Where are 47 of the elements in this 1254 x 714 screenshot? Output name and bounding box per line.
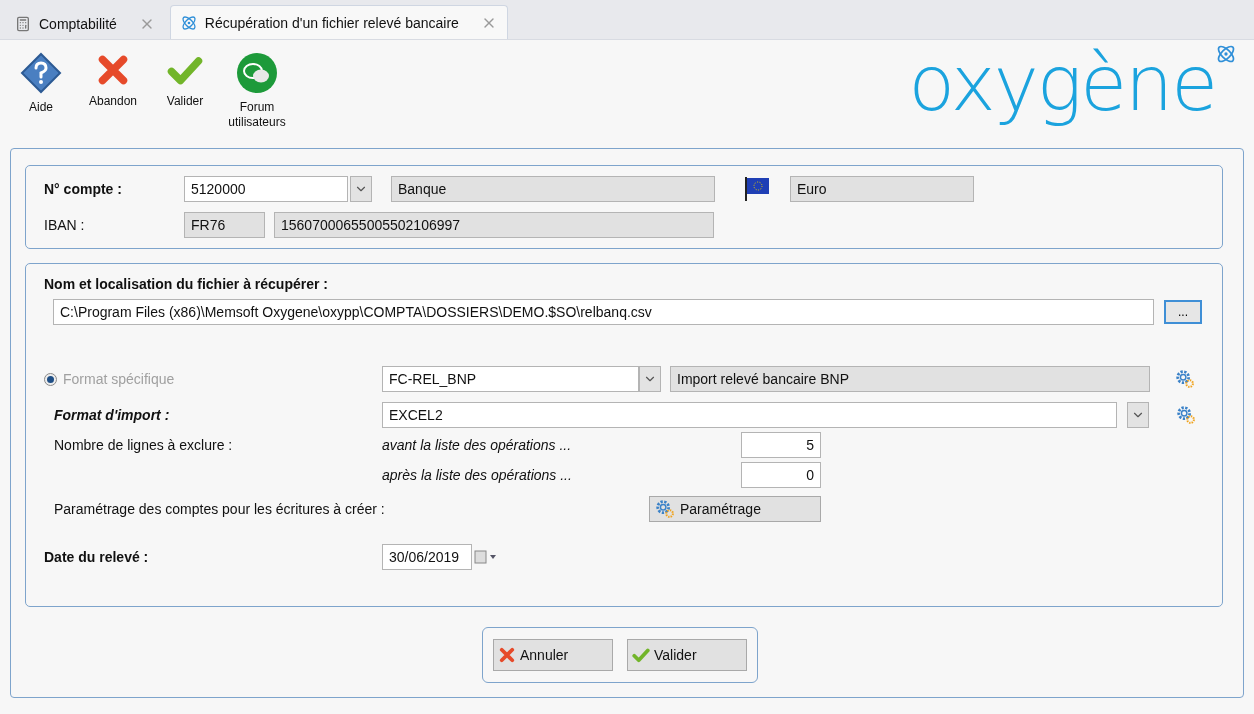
dropdown-button[interactable]	[1127, 402, 1149, 428]
setup-label: Paramétrage des comptes pour les écritures à créer :	[53, 501, 386, 517]
after-label: après la liste des opérations ...	[382, 467, 573, 483]
date-label: Date du relevé :	[44, 549, 150, 565]
dropdown-button[interactable]	[350, 176, 372, 202]
iban-label: IBAN :	[44, 217, 86, 233]
settings-icon[interactable]	[1175, 404, 1197, 426]
tab[interactable]: Comptabilité	[4, 7, 166, 39]
atom-icon	[1216, 44, 1236, 64]
chat-bubbles-icon	[236, 52, 278, 94]
after-count-field[interactable]: 0	[741, 462, 821, 488]
action-button[interactable]: Valider	[627, 639, 747, 671]
import-format-label: Format d'import :	[53, 407, 171, 423]
settings-icon[interactable]	[1174, 368, 1196, 390]
browse-button[interactable]: ...	[1164, 300, 1202, 324]
iban-number-field: 15607000655005502106997	[274, 212, 714, 238]
tab[interactable]: Récupération d'un fichier relevé bancaire	[169, 5, 508, 39]
file-path-field[interactable]: C:\Program Files (x86)\Memsoft Oxygene\oxypp\COMPTA\DOSSIERS\DEMO.$SO\relbanq.csv	[53, 299, 1154, 325]
format-label: Format spécifique	[63, 371, 176, 387]
currency-field: Euro	[790, 176, 974, 202]
help-icon	[20, 52, 62, 94]
calendar-icon[interactable]	[474, 549, 498, 565]
checkmark-icon	[632, 646, 650, 664]
flag-icon	[743, 175, 771, 203]
logo: oxygène	[908, 44, 1236, 124]
before-label: avant la liste des opérations ...	[382, 437, 573, 453]
import-format-field[interactable]: EXCEL2	[382, 402, 1117, 428]
action-button[interactable]: Annuler	[493, 639, 613, 671]
format-description-field: Import relevé bancaire BNP	[670, 366, 1150, 392]
account-number-field[interactable]: 5120000	[184, 176, 348, 202]
account-name-field: Banque	[391, 176, 715, 202]
toolbar-button[interactable]: Abandon	[84, 52, 142, 109]
toolbar-button[interactable]: Forum utilisateurs	[228, 52, 286, 130]
iban-prefix-field: FR76	[184, 212, 265, 238]
exclude-label: Nombre de lignes à exclure :	[53, 437, 234, 453]
calculator-icon	[15, 15, 31, 32]
atom-icon	[180, 14, 197, 31]
toolbar-button[interactable]: Valider	[156, 52, 214, 109]
date-field[interactable]: 30/06/2019	[382, 544, 472, 570]
setup-button[interactable]: Paramétrage	[649, 496, 821, 522]
file-label: Nom et localisation du fichier à récupérer :	[44, 276, 329, 292]
cross-icon	[498, 646, 516, 664]
account-label: N° compte :	[44, 181, 123, 197]
before-count-field[interactable]: 5	[741, 432, 821, 458]
dropdown-button[interactable]	[639, 366, 661, 392]
toolbar-button[interactable]: Aide	[12, 52, 70, 115]
settings-icon	[654, 498, 676, 520]
